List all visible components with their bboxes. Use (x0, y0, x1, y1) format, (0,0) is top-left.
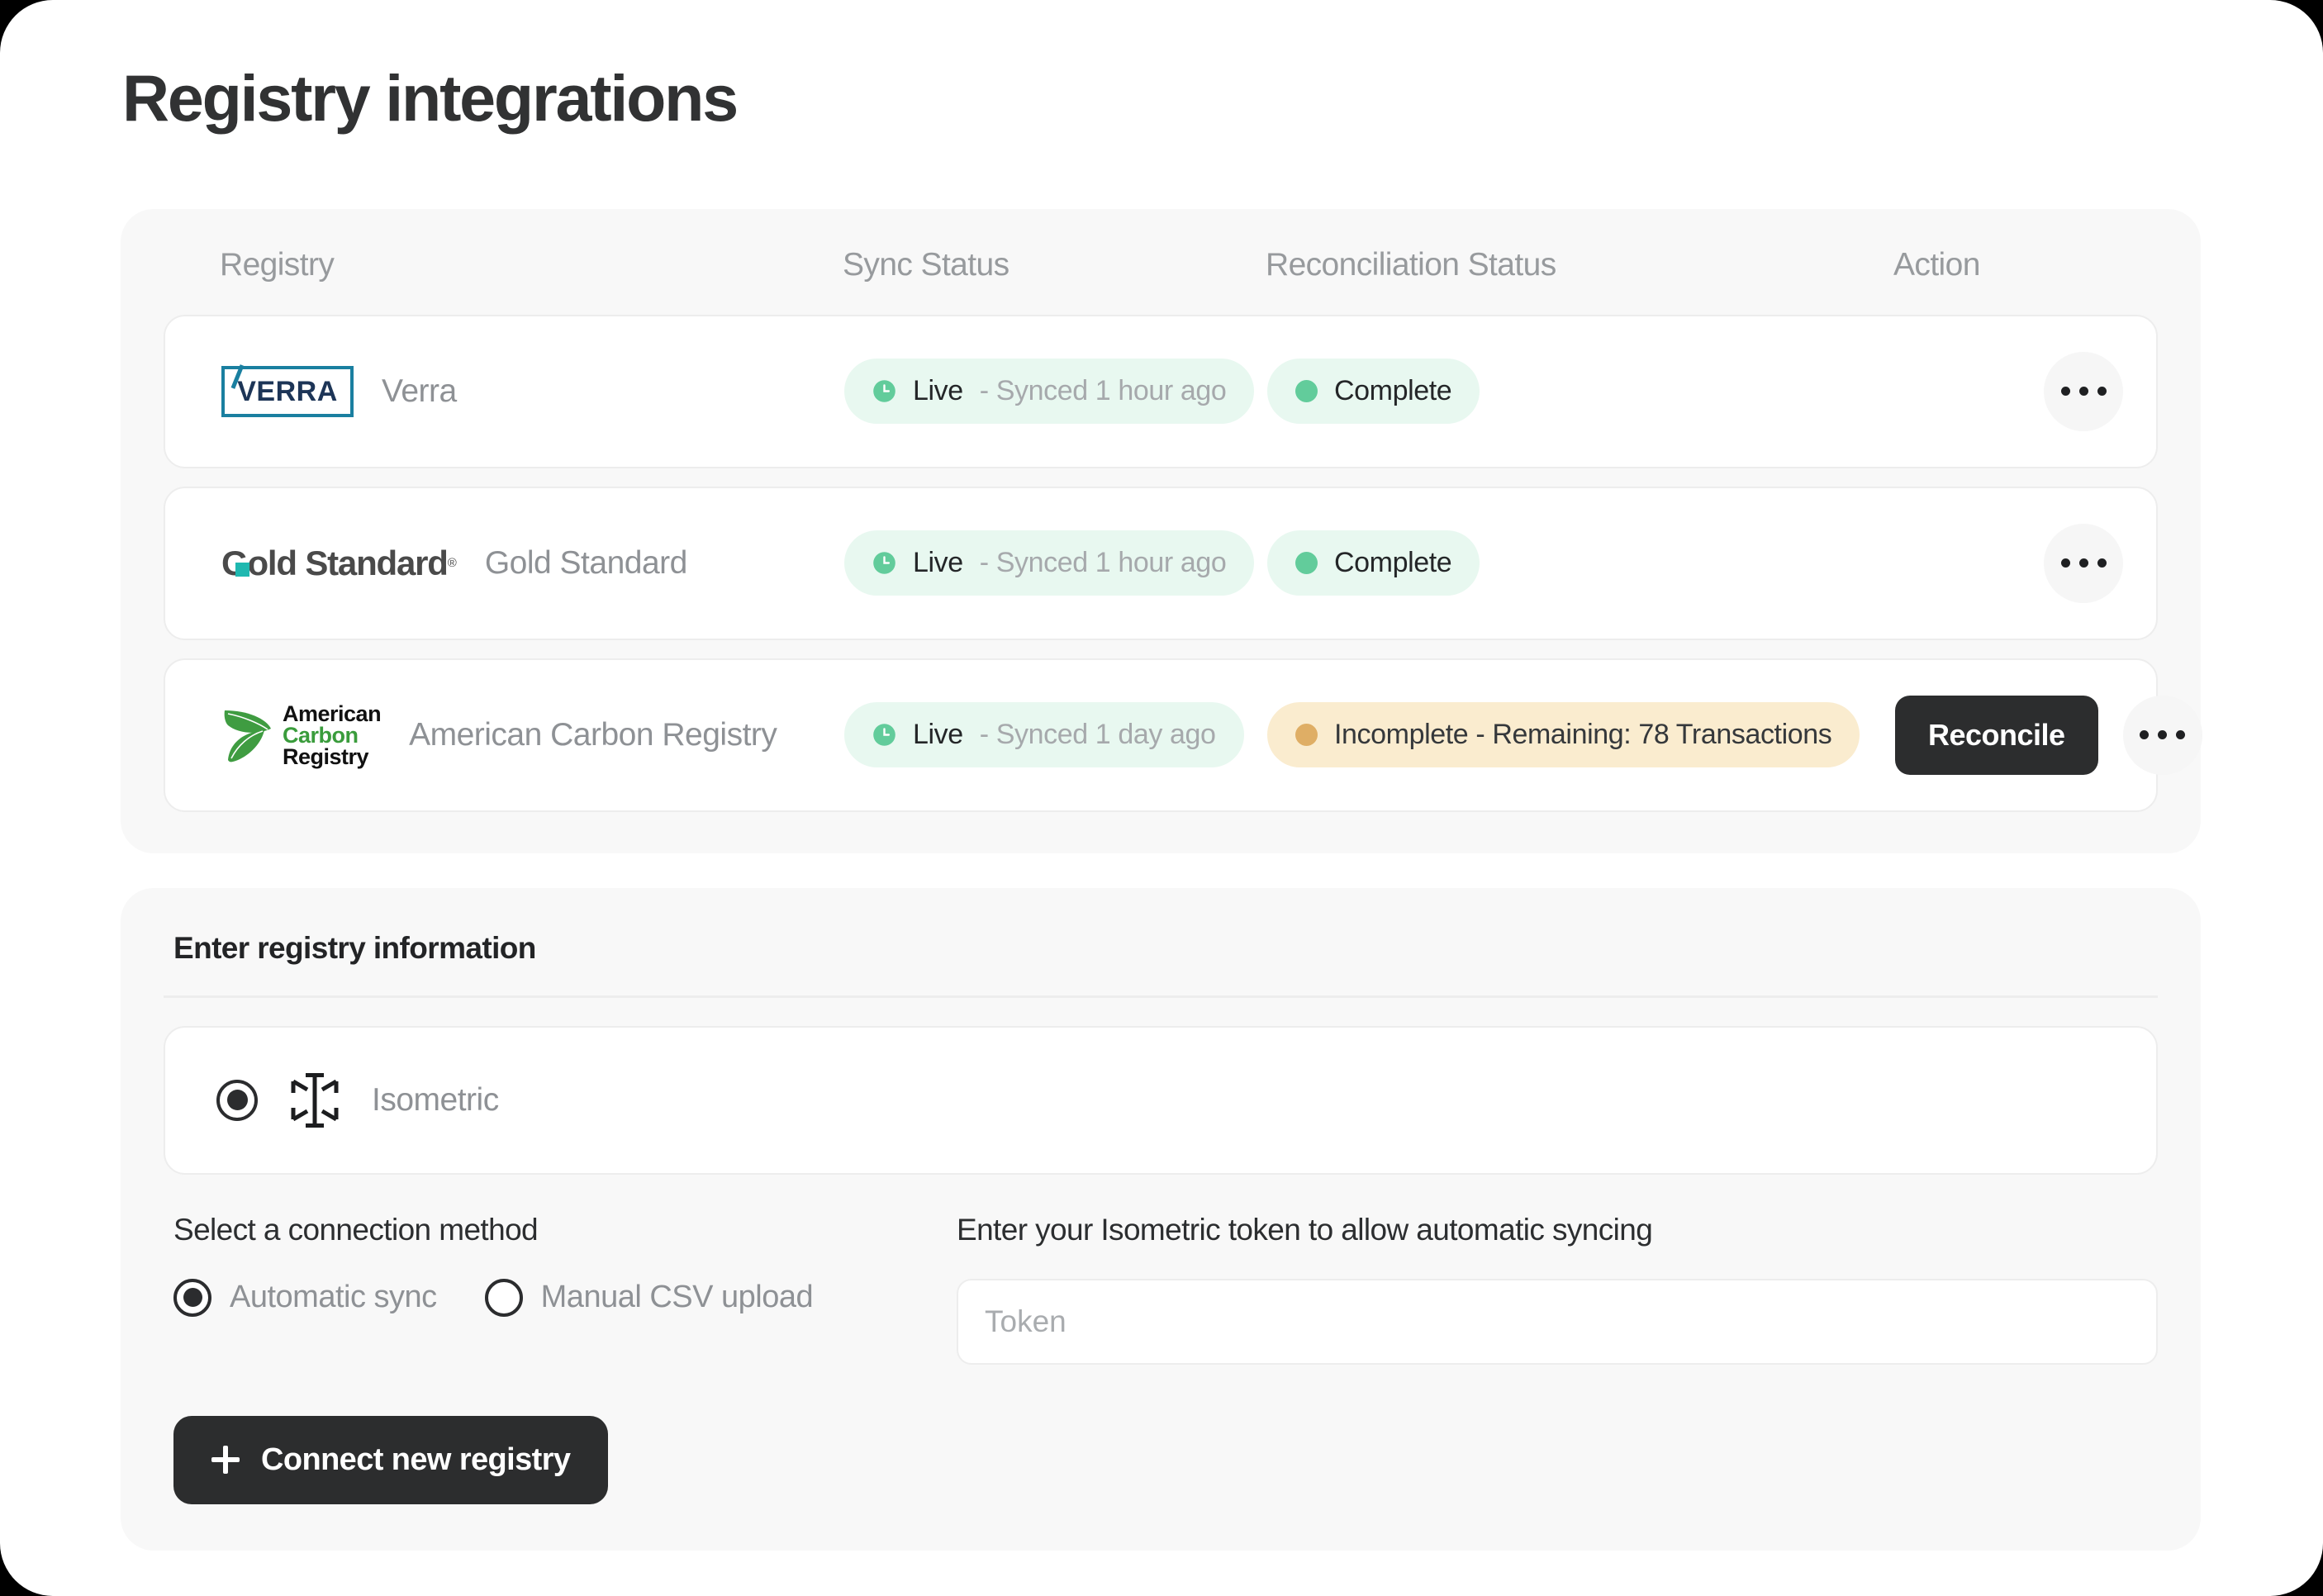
reconciliation-status-badge: Complete (1267, 530, 1480, 596)
manual-csv-upload-radio[interactable] (484, 1278, 523, 1317)
acr-logo-line-registry: Registry (283, 744, 369, 770)
clock-icon (873, 380, 895, 403)
sync-detail-label: - Synced 1 hour ago (979, 547, 1227, 579)
cell-action (1895, 351, 2156, 431)
form-title: Enter registry information (173, 930, 536, 965)
reconciliation-label: Complete (1334, 547, 1452, 579)
acr-logo-line-carbon: Carbon (283, 722, 359, 748)
registry-name: Verra (382, 373, 457, 409)
registry-name: Gold Standard (484, 544, 688, 581)
column-header-reconciliation-status: Reconciliation Status (1266, 246, 1556, 283)
status-dot-icon (1295, 380, 1318, 403)
connect-new-registry-button[interactable]: Connect new registry (173, 1415, 609, 1504)
american-carbon-registry-logo: American Carbon Registry (221, 701, 382, 770)
cell-reconciliation-status: Complete (1267, 530, 1895, 596)
column-header-action: Action (1893, 246, 1980, 283)
reconcile-button[interactable]: Reconcile (1895, 695, 2098, 775)
acr-logo-line-american: American (283, 701, 382, 726)
cell-reconciliation-status: Incomplete - Remaining: 78 Transactions (1267, 702, 1895, 768)
kebab-menu-icon[interactable] (2044, 523, 2123, 603)
table-row[interactable]: VERRA Verra Live - Synced 1 hour ago Com… (164, 314, 2158, 468)
cell-action: Reconcile (1895, 695, 2235, 775)
sync-status-badge: Live - Synced 1 hour ago (844, 359, 1255, 425)
sync-state-label: Live (913, 547, 963, 579)
cell-action (1895, 523, 2156, 603)
connect-new-registry-label: Connect new registry (261, 1442, 571, 1477)
selected-registry-label: Isometric (372, 1081, 499, 1118)
manual-csv-upload-label: Manual CSV upload (540, 1280, 814, 1315)
clock-icon (873, 552, 895, 575)
connection-method-radio-group: Automatic sync Manual CSV upload (173, 1278, 957, 1317)
registry-name: American Carbon Registry (409, 716, 777, 753)
sync-status-badge: Live - Synced 1 day ago (844, 702, 1244, 768)
token-field-label: Enter your Isometric token to allow auto… (957, 1212, 1653, 1247)
sync-state-label: Live (913, 719, 963, 751)
column-header-registry: Registry (220, 246, 335, 283)
app-page: Registry integrations Registry Sync Stat… (0, 0, 2323, 1596)
automatic-sync-radio[interactable] (173, 1278, 211, 1317)
table-row[interactable]: Gold Standard ® Gold Standard Live - Syn… (164, 486, 2158, 640)
page-title: Registry integrations (122, 61, 739, 135)
radio-option-automatic-sync[interactable]: Automatic sync (173, 1278, 437, 1317)
clock-icon (873, 724, 895, 747)
status-dot-icon (1295, 552, 1318, 575)
table-header-row: Registry Sync Status Reconciliation Stat… (164, 247, 2158, 315)
sync-detail-label: - Synced 1 hour ago (979, 375, 1227, 407)
reconciliation-status-badge: Complete (1267, 359, 1480, 425)
isometric-logo-icon (291, 1072, 339, 1128)
kebab-menu-icon[interactable] (2122, 695, 2202, 775)
gold-standard-accent-icon (235, 562, 249, 577)
radio-option-manual-csv-upload[interactable]: Manual CSV upload (484, 1278, 814, 1317)
sync-status-badge: Live - Synced 1 hour ago (844, 530, 1255, 596)
sync-state-label: Live (913, 375, 963, 407)
verra-logo: VERRA (221, 364, 354, 417)
registry-table-card: Registry Sync Status Reconciliation Stat… (121, 208, 2202, 853)
automatic-sync-label: Automatic sync (230, 1280, 437, 1315)
registered-trademark-icon: ® (447, 556, 457, 571)
kebab-menu-icon[interactable] (2044, 351, 2123, 431)
verra-logo-text: VERRA (237, 375, 338, 407)
cell-sync-status: Live - Synced 1 hour ago (844, 530, 1267, 596)
reconciliation-label: Incomplete - Remaining: 78 Transactions (1334, 719, 1832, 751)
gold-standard-logo: Gold Standard ® (221, 543, 457, 582)
cell-registry: American Carbon Registry American Carbon… (165, 701, 844, 770)
token-input[interactable] (957, 1278, 2158, 1365)
table-row[interactable]: American Carbon Registry American Carbon… (164, 658, 2202, 812)
column-header-sync-status: Sync Status (843, 246, 1009, 283)
leaves-icon (224, 710, 271, 762)
divider (164, 995, 2158, 998)
plus-icon (211, 1446, 240, 1475)
selected-registry-option[interactable]: Isometric (164, 1025, 2158, 1175)
cell-registry: Gold Standard ® Gold Standard (165, 545, 844, 582)
cell-sync-status: Live - Synced 1 day ago (844, 702, 1267, 768)
status-dot-icon (1295, 724, 1318, 747)
reconciliation-status-badge: Incomplete - Remaining: 78 Transactions (1267, 702, 1860, 768)
gold-standard-logo-text: Gold Standard (221, 543, 449, 582)
sync-detail-label: - Synced 1 day ago (979, 719, 1216, 751)
reconciliation-label: Complete (1334, 375, 1452, 407)
connection-method-label: Select a connection method (173, 1212, 539, 1247)
cell-registry: VERRA Verra (165, 364, 844, 417)
cell-reconciliation-status: Complete (1267, 359, 1895, 425)
cell-sync-status: Live - Synced 1 hour ago (844, 359, 1267, 425)
registry-information-form: Enter registry information Isometric Sel… (121, 887, 2201, 1551)
registry-radio[interactable] (216, 1079, 258, 1121)
